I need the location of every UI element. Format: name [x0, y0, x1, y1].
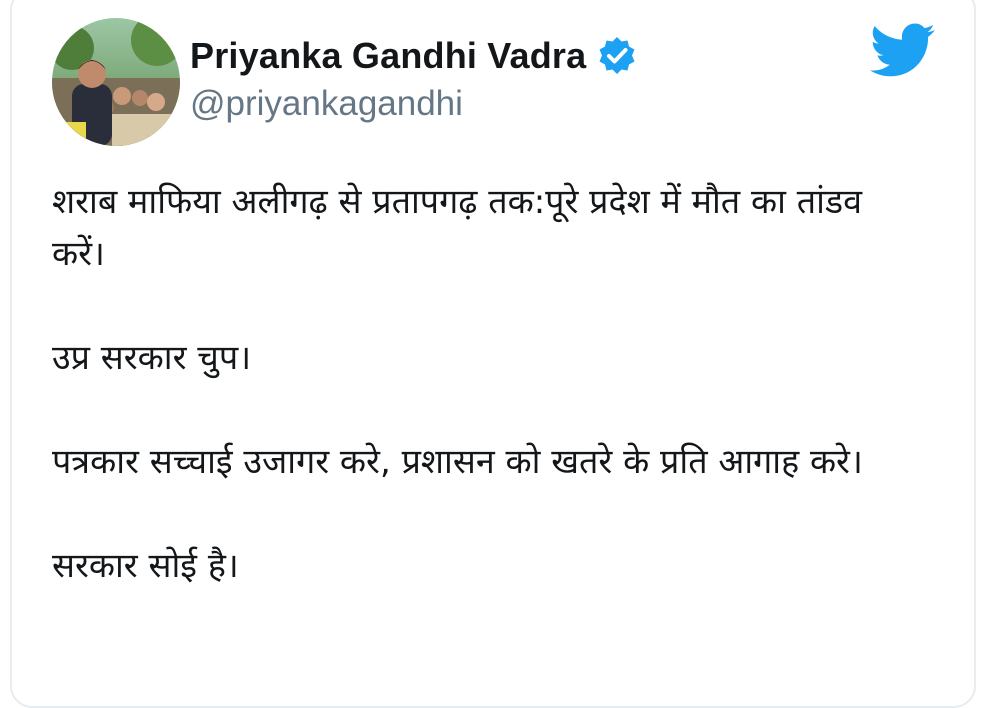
tweet-paragraph: सरकार सोई है।: [52, 546, 239, 586]
twitter-bird-icon[interactable]: [870, 22, 936, 80]
tweet-paragraph: शराब माफिया अलीगढ़ से प्रतापगढ़ तक:पूरे …: [52, 182, 862, 274]
profile-photo-icon: [52, 18, 180, 146]
tweet-paragraph: पत्रकार सच्चाई उजागर करे, प्रशासन को खतर…: [52, 442, 863, 482]
author-handle[interactable]: @priyankagandhi: [190, 84, 463, 124]
tweet-paragraph: उप्र सरकार चुप।: [52, 338, 252, 378]
avatar[interactable]: [52, 18, 180, 146]
verified-badge-icon: [599, 37, 635, 74]
tweet-text: शराब माफिया अलीगढ़ से प्रतापगढ़ तक:पूरे …: [52, 176, 912, 644]
author-display-name[interactable]: Priyanka Gandhi Vadra: [190, 35, 586, 77]
author-name-row: Priyanka Gandhi Vadra: [190, 30, 638, 82]
